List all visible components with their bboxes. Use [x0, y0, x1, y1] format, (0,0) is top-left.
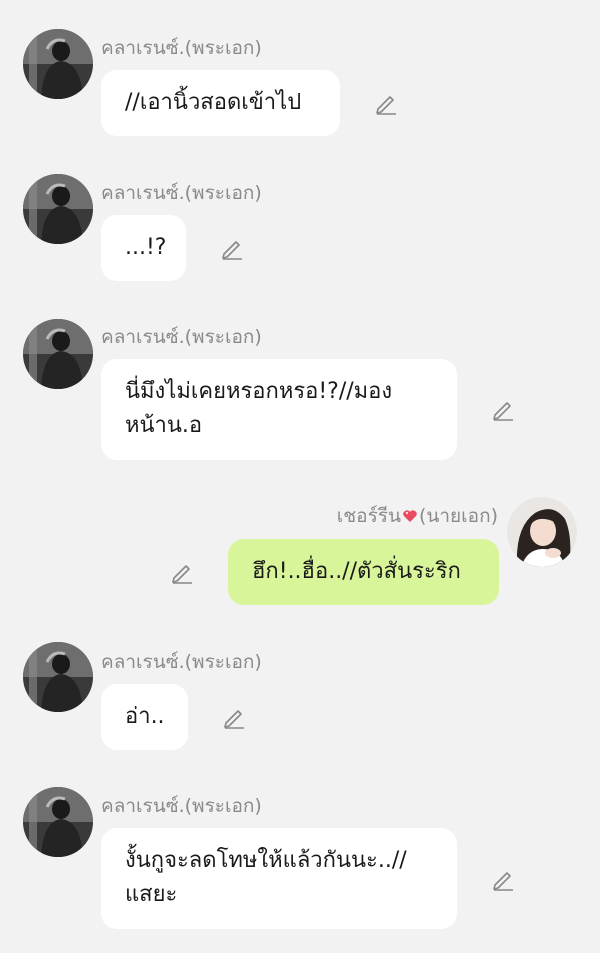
pencil-edit-icon[interactable]	[490, 396, 516, 422]
message-bubble-mine: ฮึก!..ฮื่อ..//ตัวสั่นระริก	[228, 539, 499, 605]
pencil-edit-icon[interactable]	[373, 90, 399, 116]
message-bubble: งั้นกูจะลดโทษให้แล้วกันนะ..// แสยะ	[101, 828, 457, 929]
avatar[interactable]	[23, 29, 93, 99]
avatar[interactable]	[23, 642, 93, 712]
pencil-edit-icon[interactable]	[221, 704, 247, 730]
sender-name: คลาเรนซ์.(พระเอก)	[101, 37, 262, 59]
sender-name-suffix: (นายเอก)	[418, 505, 498, 527]
avatar[interactable]	[23, 174, 93, 244]
sender-name: เชอร์รีน (นายเอก)	[337, 501, 498, 531]
pencil-edit-icon[interactable]	[219, 235, 245, 261]
message-bubble: ...!?	[101, 215, 186, 281]
message-bubble: นี่มึงไม่เคยหรอกหรอ!?//มอง หน้าน.อ	[101, 359, 457, 460]
pencil-edit-icon[interactable]	[169, 559, 195, 585]
avatar[interactable]	[23, 787, 93, 857]
pencil-edit-icon[interactable]	[490, 866, 516, 892]
avatar[interactable]	[23, 319, 93, 389]
sender-name: คลาเรนซ์.(พระเอก)	[101, 651, 262, 673]
message-bubble: //เอานิ้วสอดเข้าไป	[101, 70, 340, 136]
sender-name: คลาเรนซ์.(พระเอก)	[101, 182, 262, 204]
sender-name: คลาเรนซ์.(พระเอก)	[101, 795, 262, 817]
heart-icon	[402, 507, 418, 523]
sender-name-prefix: เชอร์รีน	[336, 505, 401, 527]
avatar[interactable]	[507, 497, 577, 567]
chat-conversation: คลาเรนซ์.(พระเอก) //เอานิ้วสอดเข้าไป คลา…	[0, 0, 600, 953]
sender-name: คลาเรนซ์.(พระเอก)	[101, 326, 262, 348]
message-bubble: อ่า..	[101, 684, 188, 750]
